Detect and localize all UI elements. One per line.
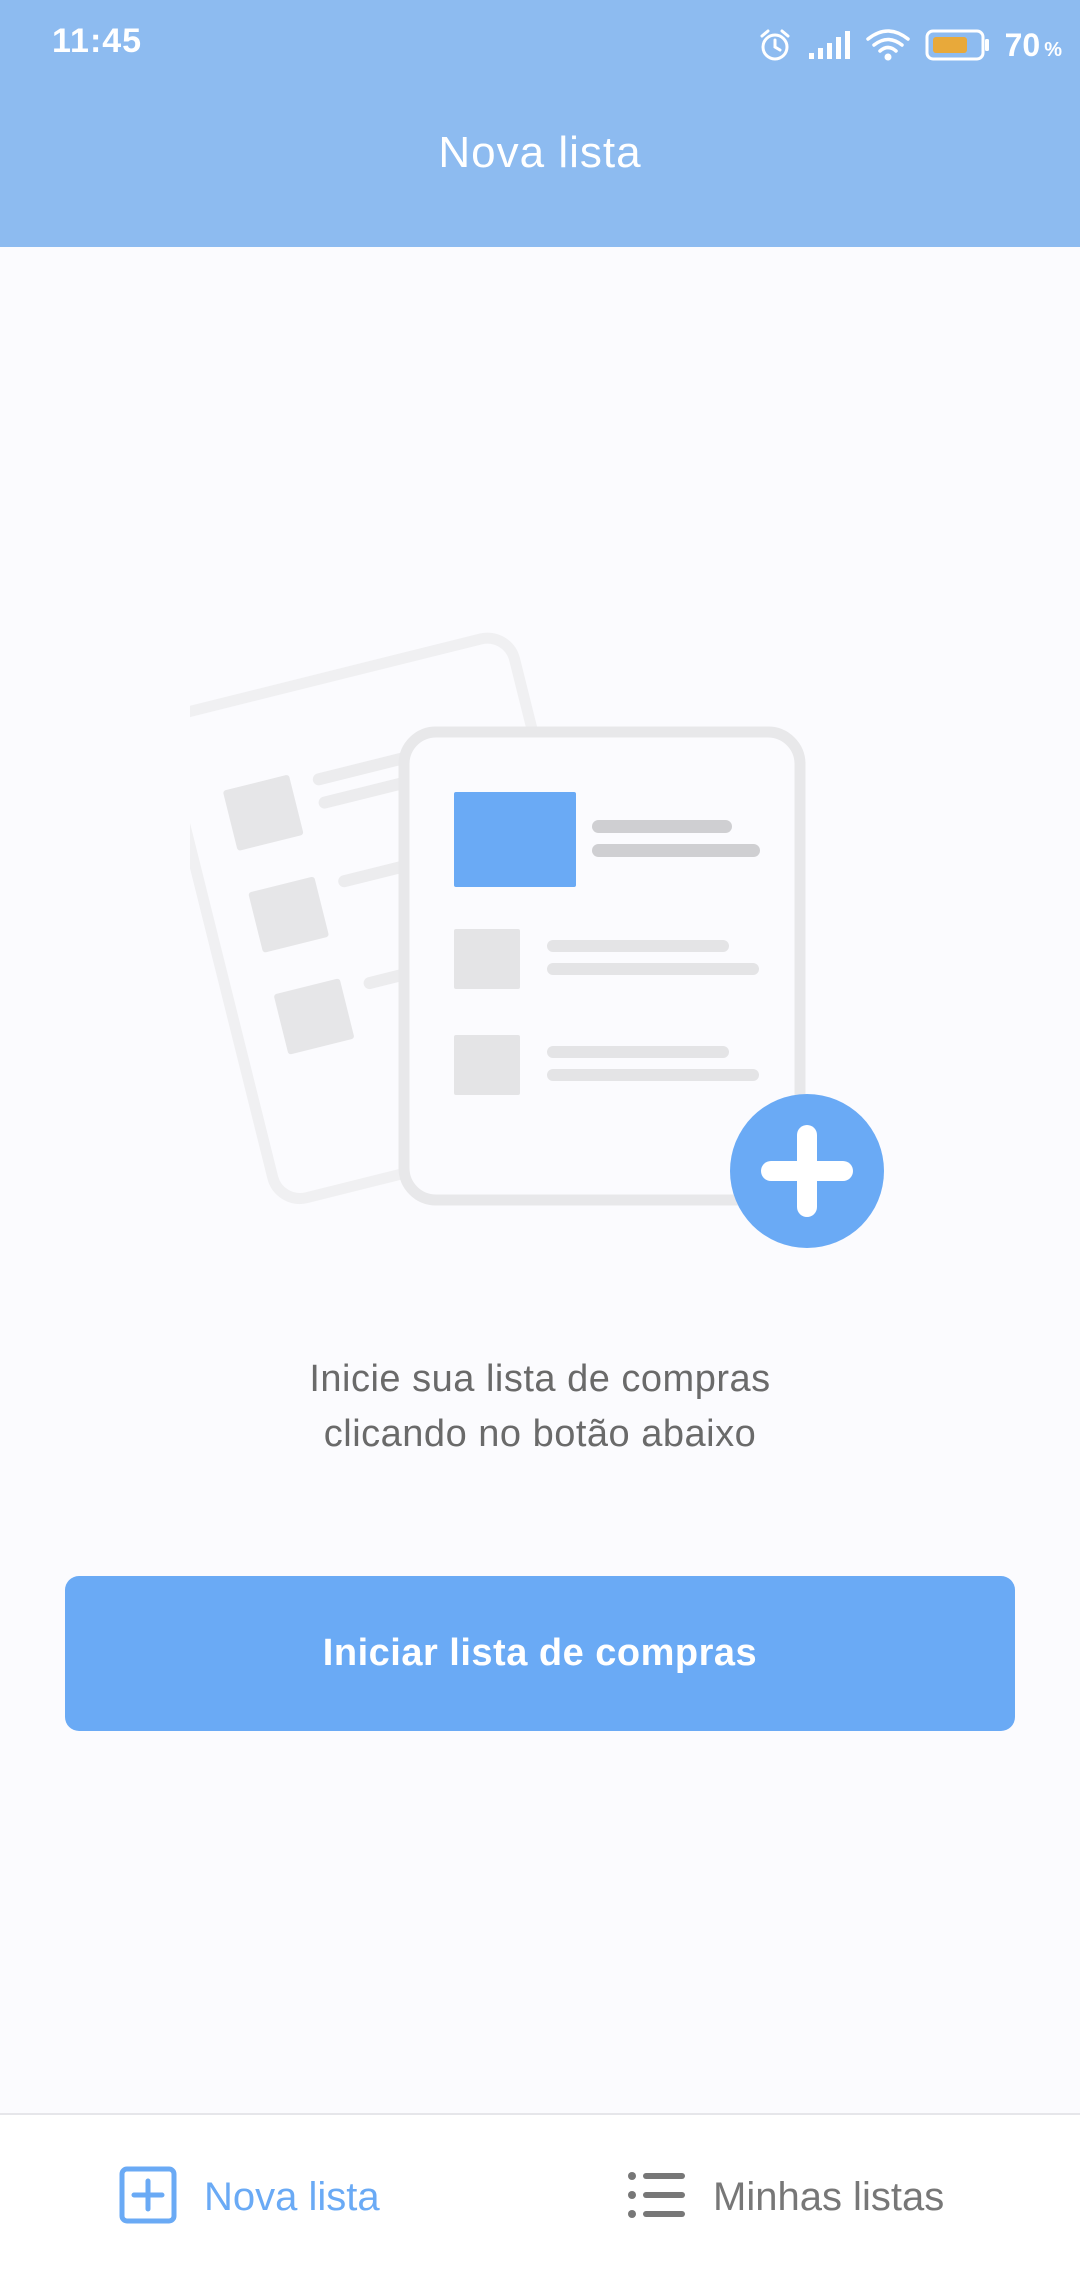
signal-icon	[807, 29, 851, 61]
nav-item-my-lists[interactable]: Minhas listas	[627, 2115, 944, 2280]
status-icons: 70%	[757, 22, 1062, 68]
list-icon	[627, 2170, 687, 2225]
nav-item-new-list[interactable]: Nova lista	[118, 2115, 380, 2280]
shopping-list-illustration	[158, 625, 900, 1255]
nav-label-new-list: Nova lista	[204, 2175, 380, 2219]
app-header: 11:45 70 % Nova lista	[0, 0, 1080, 247]
alarm-icon	[757, 27, 793, 63]
nav-label-my-lists: Minhas listas	[713, 2175, 945, 2219]
empty-state-line-1: Inicie sua lista de compras	[309, 1358, 771, 1400]
start-shopping-list-button[interactable]: Iniciar lista de compras	[65, 1576, 1015, 1731]
page-title: Nova lista	[438, 128, 642, 177]
empty-state-message: Inicie sua lista de compras clicando no …	[0, 1352, 1080, 1462]
wifi-icon	[865, 27, 911, 63]
bottom-navigation: Nova lista Minhas listas	[0, 2113, 1080, 2280]
battery-icon	[925, 28, 991, 62]
battery-level: 70%	[1004, 26, 1062, 63]
status-time: 11:45	[52, 22, 143, 60]
plus-square-icon	[118, 2165, 178, 2230]
empty-state-line-2: clicando no botão abaixo	[323, 1413, 757, 1455]
